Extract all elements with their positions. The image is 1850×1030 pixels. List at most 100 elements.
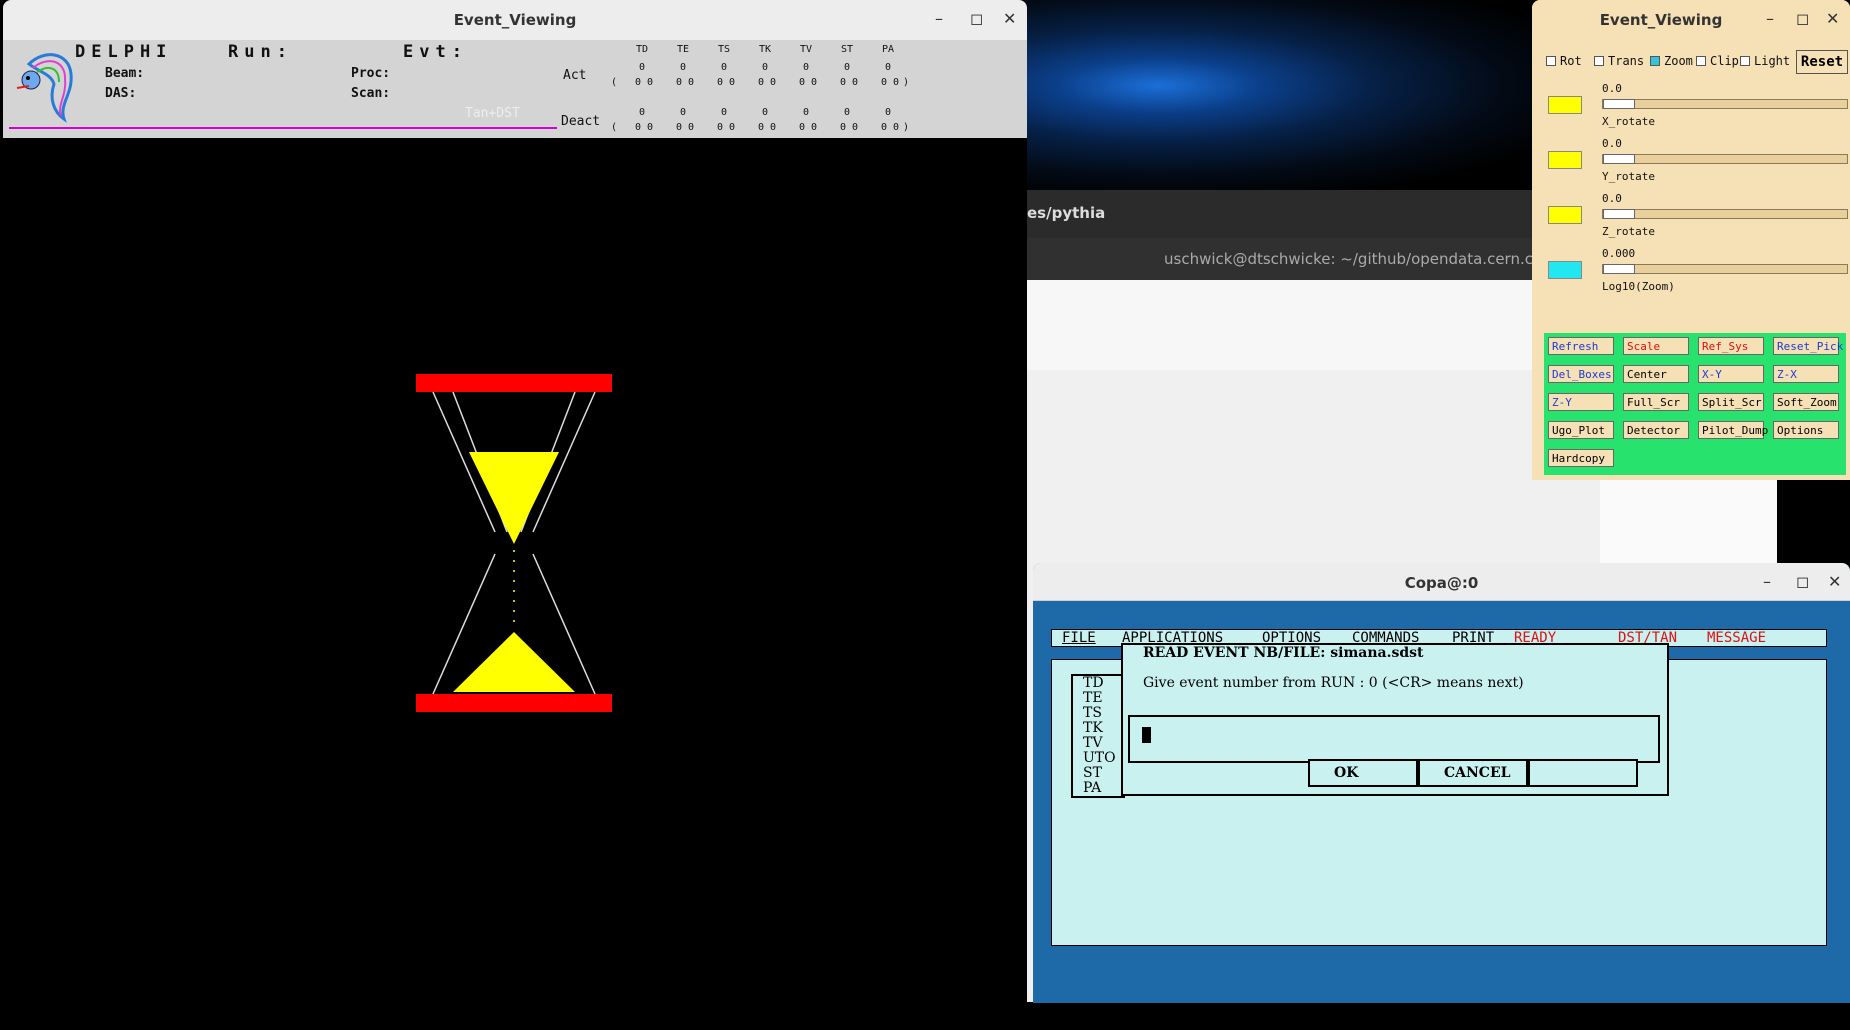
paren: ) — [903, 77, 910, 88]
event-number-input[interactable] — [1128, 715, 1660, 763]
close-icon[interactable]: ✕ — [1826, 9, 1839, 28]
ref-sys-button[interactable]: Ref_Sys — [1698, 337, 1764, 355]
pilot-dump-button[interactable]: Pilot_Dump — [1698, 421, 1768, 439]
act-pair: 0 0 — [717, 77, 736, 88]
deact-pair: 0 0 — [717, 122, 736, 133]
z-rotate-value: 0.0 — [1602, 192, 1622, 205]
terminal-path: es/pythia — [1027, 204, 1106, 222]
del-boxes-button[interactable]: Del_Boxes — [1548, 365, 1614, 383]
act-count: 0 — [762, 62, 769, 73]
act-count: 0 — [639, 62, 646, 73]
act-count: 0 — [885, 62, 892, 73]
slider-thumb[interactable] — [1603, 209, 1635, 219]
clip-checkbox[interactable]: Clip — [1696, 54, 1739, 68]
rot-checkbox[interactable]: Rot — [1546, 54, 1582, 68]
act-count: 0 — [721, 62, 728, 73]
slider-thumb[interactable] — [1603, 154, 1635, 164]
dialog-header: READ EVENT NB/FILE: simana.sdst — [1143, 645, 1424, 661]
zoom-label: Log10(Zoom) — [1602, 280, 1675, 293]
window-title: Copa@:0 — [1404, 574, 1479, 592]
detector-item[interactable]: TS — [1083, 706, 1123, 721]
hardcopy-button[interactable]: Hardcopy — [1548, 449, 1614, 467]
y-rotate-slider[interactable] — [1602, 154, 1848, 164]
trans-checkbox[interactable]: Trans — [1594, 54, 1644, 68]
zoom-checkbox[interactable]: Zoom — [1650, 54, 1693, 68]
col-pa: PA — [882, 44, 895, 55]
x-rotate-value: 0.0 — [1602, 82, 1622, 95]
detector-item[interactable]: PA — [1083, 781, 1123, 796]
x-rotate-slider[interactable] — [1602, 99, 1848, 109]
deact-count: 0 — [721, 107, 728, 118]
cancel-button[interactable]: CANCEL — [1418, 759, 1528, 787]
x-y-button[interactable]: X-Y — [1698, 365, 1764, 383]
copa-window[interactable]: Copa@:0 – ◻ ✕ FILE APPLICATIONS OPTIONS … — [1033, 563, 1850, 1003]
window-titlebar[interactable]: Event_Viewing – ◻ ✕ — [1532, 0, 1850, 40]
close-icon[interactable]: ✕ — [1828, 572, 1841, 591]
soft-zoom-button[interactable]: Soft_Zoom — [1773, 393, 1839, 411]
detector-item[interactable]: UTO — [1083, 751, 1123, 766]
read-event-dialog: READ EVENT NB/FILE: simana.sdst Give eve… — [1121, 643, 1669, 796]
z-y-button[interactable]: Z-Y — [1548, 393, 1614, 411]
center-button[interactable]: Center — [1623, 365, 1689, 383]
split-scr-button[interactable]: Split_Scr — [1698, 393, 1764, 411]
deact-pair: 0 0 — [676, 122, 695, 133]
event-header-panel: DELPHI Run: Evt: Beam: DAS: Proc: Scan: … — [3, 40, 1027, 138]
minimize-icon[interactable]: – — [1766, 9, 1774, 28]
paren: ) — [903, 122, 910, 133]
detector-item[interactable]: TD — [1083, 676, 1123, 691]
reset-button[interactable]: Reset — [1796, 50, 1848, 74]
ok-button[interactable]: OK — [1308, 759, 1418, 787]
maximize-icon[interactable]: ◻ — [1796, 9, 1809, 28]
zoom-slider[interactable] — [1602, 264, 1848, 274]
detector-item[interactable]: TK — [1083, 721, 1123, 736]
act-pair: 0 0 — [799, 77, 818, 88]
z-rotate-label: Z_rotate — [1602, 225, 1655, 238]
paren: ( — [611, 122, 618, 133]
act-count: 0 — [680, 62, 687, 73]
hourglass-busy-icon — [416, 374, 612, 712]
ugo-plot-button[interactable]: Ugo_Plot — [1548, 421, 1614, 439]
window-titlebar[interactable]: Event_Viewing – ◻ ✕ — [3, 0, 1027, 41]
act-pair: 0 0 — [676, 77, 695, 88]
detector-list: TD TE TS TK TV UTO ST PA — [1071, 674, 1125, 798]
close-icon[interactable]: ✕ — [1003, 9, 1016, 28]
blank-button[interactable] — [1528, 759, 1638, 787]
scale-button[interactable]: Scale — [1623, 337, 1689, 355]
minimize-icon[interactable]: – — [935, 9, 943, 28]
slider-thumb[interactable] — [1603, 99, 1635, 109]
menu-file[interactable]: FILE — [1062, 630, 1096, 646]
event-viewing-window[interactable]: Event_Viewing – ◻ ✕ DELPHI Run: Evt: Bea… — [3, 0, 1027, 1030]
maximize-icon[interactable]: ◻ — [1796, 572, 1809, 591]
deact-count: 0 — [639, 107, 646, 118]
paren: ( — [611, 77, 618, 88]
action-button-grid: Refresh Scale Ref_Sys Reset_Pick Del_Box… — [1544, 333, 1846, 475]
light-checkbox[interactable]: Light — [1740, 54, 1790, 68]
reset-pick-button[interactable]: Reset_Pick — [1773, 337, 1843, 355]
options-button[interactable]: Options — [1773, 421, 1839, 439]
delphi-label: DELPHI — [75, 42, 173, 62]
tan-dst-label: Tan+DST — [465, 106, 520, 121]
col-tv: TV — [800, 44, 813, 55]
slider-thumb[interactable] — [1603, 264, 1635, 274]
deact-pair: 0 0 — [881, 122, 900, 133]
window-titlebar[interactable]: Copa@:0 – ◻ ✕ — [1033, 563, 1850, 601]
zoom-swatch — [1548, 261, 1582, 279]
maximize-icon[interactable]: ◻ — [970, 9, 983, 28]
z-rotate-slider[interactable] — [1602, 209, 1848, 219]
detector-item[interactable]: TE — [1083, 691, 1123, 706]
zoom-value: 0.000 — [1602, 247, 1636, 260]
refresh-button[interactable]: Refresh — [1548, 337, 1614, 355]
event-viewing-control-panel[interactable]: Event_Viewing – ◻ ✕ Rot Trans Zoom Clip … — [1532, 0, 1850, 480]
full-scr-button[interactable]: Full_Scr — [1623, 393, 1689, 411]
z-rotate-swatch — [1548, 206, 1582, 224]
col-st: ST — [841, 44, 854, 55]
detector-button[interactable]: Detector — [1623, 421, 1689, 439]
detector-item[interactable]: ST — [1083, 766, 1123, 781]
deact-count: 0 — [803, 107, 810, 118]
scan-label: Scan: — [351, 86, 391, 101]
minimize-icon[interactable]: – — [1763, 572, 1771, 591]
z-x-button[interactable]: Z-X — [1773, 365, 1839, 383]
detector-item[interactable]: TV — [1083, 736, 1123, 751]
deact-pair: 0 0 — [758, 122, 777, 133]
deact-count: 0 — [762, 107, 769, 118]
